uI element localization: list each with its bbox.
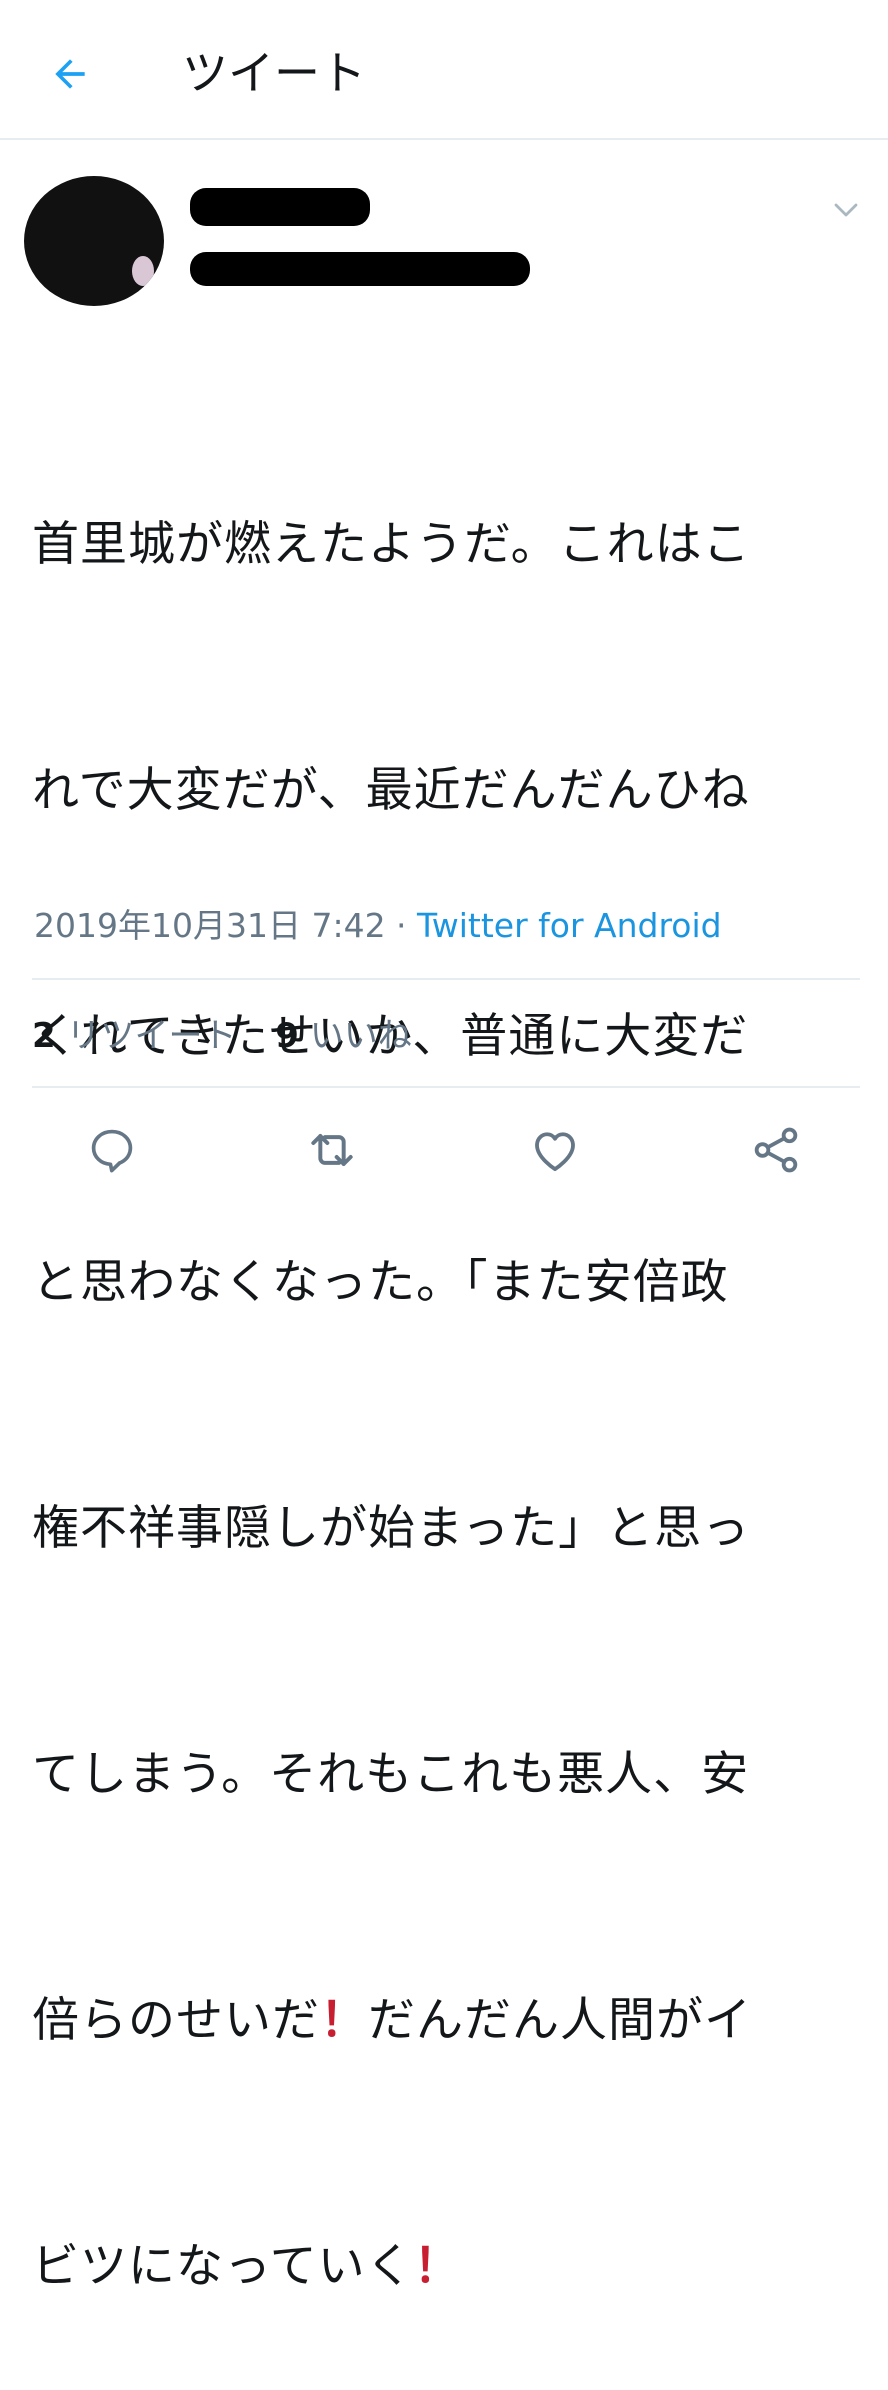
tweet-line: 倍らのせいだ！だんだん人間がイ: [32, 1980, 862, 2062]
retweets-stat[interactable]: 2 リツイート: [32, 1012, 236, 1060]
tweet-stats: 2 リツイート 9 いいね: [32, 1012, 440, 1060]
tweet-line: ビツになっていく！: [32, 2226, 862, 2308]
user-name-redacted[interactable]: [190, 188, 370, 226]
retweet-button[interactable]: [302, 1120, 362, 1180]
tweet-header: ツイート: [0, 0, 888, 140]
tweet-text-segment: 倍らのせいだ: [32, 1993, 320, 2048]
avatar[interactable]: [24, 176, 164, 306]
share-icon: [754, 1127, 798, 1173]
reply-icon: [91, 1129, 133, 1173]
exclamation-emoji: ！: [413, 2239, 462, 2294]
page-title: ツイート: [182, 46, 366, 100]
divider: [32, 1086, 860, 1088]
back-button[interactable]: [40, 44, 100, 104]
likes-count: 9: [275, 1016, 299, 1056]
retweets-label: リツイート: [66, 1016, 237, 1056]
likes-label: いいね: [309, 1016, 412, 1056]
like-button[interactable]: [525, 1120, 585, 1180]
user-handle-redacted[interactable]: [190, 252, 530, 286]
heart-icon: [535, 1132, 575, 1172]
tweet-line: 権不祥事隠しが始まった」と思っ: [32, 1501, 751, 1556]
likes-stat[interactable]: 9 いいね: [275, 1012, 411, 1060]
arrow-left-icon: [55, 59, 85, 89]
reply-button[interactable]: [82, 1120, 142, 1180]
more-options-button[interactable]: [828, 192, 864, 228]
timestamp[interactable]: 2019年10月31日 7:42: [34, 906, 386, 945]
retweet-icon: [311, 1134, 353, 1166]
tweet-meta: 2019年10月31日 7:42 · Twitter for Android: [34, 902, 722, 950]
chevron-down-icon: [834, 203, 858, 217]
tweet-text: 首里城が燃えたようだ。これはこ れで大変だが、最近だんだんひね くれてきたせいか…: [32, 340, 862, 2390]
tweet-line: てしまう。それもこれも悪人、安: [32, 1747, 750, 1802]
tweet-text-segment: だんだん人間がイ: [368, 1993, 752, 2048]
tweet-line: 首里城が燃えたようだ。これはこ: [32, 517, 751, 572]
source-link[interactable]: Twitter for Android: [417, 906, 722, 945]
tweet-text-segment: ビツになっていく: [32, 2239, 414, 2294]
tweet-line: れで大変だが、最近だんだんひね: [32, 763, 750, 818]
tweet-line: と思わなくなった。「また安倍政: [32, 1255, 729, 1310]
meta-separator: ·: [385, 906, 418, 945]
divider: [32, 978, 860, 980]
share-button[interactable]: [746, 1120, 806, 1180]
retweets-count: 2: [32, 1016, 56, 1056]
exclamation-emoji: ！: [320, 1993, 368, 2048]
